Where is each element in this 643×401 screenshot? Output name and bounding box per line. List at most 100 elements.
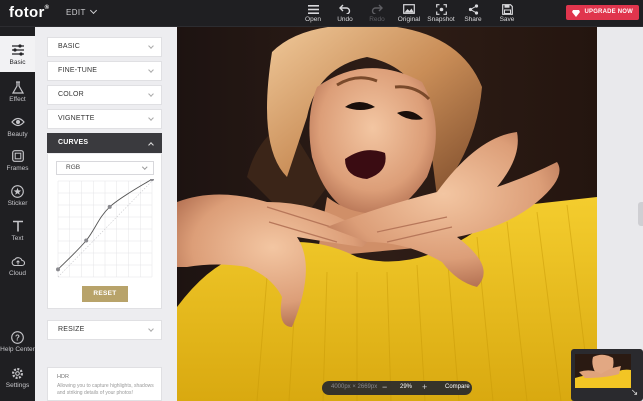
minimap-thumbnail — [575, 354, 631, 388]
share-icon — [456, 3, 490, 15]
star-icon — [0, 183, 35, 199]
fotor-editor: fotor® EDIT Open Undo Redo Original Snap… — [0, 0, 643, 401]
rail-label-sticker: Sticker — [7, 200, 28, 207]
sliders-icon — [0, 42, 35, 58]
original-label: Original — [397, 16, 421, 23]
open-button[interactable]: Open — [296, 3, 330, 23]
curve-graph[interactable] — [56, 179, 154, 279]
chevron-down-icon — [141, 164, 147, 170]
undo-label: Undo — [337, 16, 353, 23]
zoom-level: 29% — [400, 384, 413, 390]
rail-item-beauty[interactable]: Beauty — [0, 108, 35, 144]
rail-item-cloud[interactable]: Cloud — [0, 247, 35, 283]
rail-label-frames: Frames — [6, 165, 29, 172]
chevron-up-icon — [148, 142, 154, 148]
portrait-photo — [177, 27, 597, 401]
hdr-title: HDR — [57, 374, 69, 380]
section-vignette[interactable]: VIGNETTE — [47, 109, 162, 129]
adjust-panel: BASIC FINE-TUNE COLOR VIGNETTE CURVES RG… — [35, 27, 177, 401]
rail-item-effect[interactable]: Effect — [0, 73, 35, 109]
section-color-label: COLOR — [58, 91, 84, 98]
save-icon — [490, 3, 524, 15]
hdr-description: Allowing you to capture highlights, shad… — [57, 383, 154, 396]
snapshot-button[interactable]: Snapshot — [424, 3, 458, 23]
save-label: Save — [499, 16, 515, 23]
section-fine-tune[interactable]: FINE-TUNE — [47, 61, 162, 81]
rail-label-text: Text — [11, 235, 24, 242]
edit-menu-label: EDIT — [66, 8, 86, 17]
eye-icon — [0, 114, 35, 130]
flask-icon — [0, 79, 35, 95]
rail-label-cloud: Cloud — [9, 270, 26, 277]
compare-button[interactable]: Compare — [445, 384, 470, 390]
svg-text:?: ? — [15, 333, 20, 342]
photo[interactable] — [177, 27, 597, 401]
right-strip — [597, 27, 643, 401]
undo-button[interactable]: Undo — [328, 3, 362, 23]
section-resize-label: RESIZE — [58, 326, 85, 333]
section-basic[interactable]: BASIC — [47, 37, 162, 57]
rail-label-basic: Basic — [9, 59, 26, 66]
upgrade-label: UPGRADE NOW — [584, 9, 633, 15]
section-curves-label: CURVES — [58, 139, 89, 146]
section-vignette-label: VIGNETTE — [58, 115, 95, 122]
curve-control-point[interactable] — [56, 267, 60, 272]
section-fine-tune-label: FINE-TUNE — [58, 67, 98, 74]
cloud-icon — [0, 253, 35, 269]
save-button[interactable]: Save — [490, 3, 524, 23]
side-panel-toggle[interactable] — [638, 202, 643, 226]
snapshot-icon — [424, 3, 458, 15]
minimap-collapse-icon[interactable]: ↘ — [629, 387, 640, 398]
rail-item-basic[interactable]: Basic — [0, 36, 35, 72]
redo-icon — [360, 3, 394, 15]
redo-label: Redo — [369, 16, 385, 23]
share-label: Share — [464, 16, 482, 23]
upgrade-now-button[interactable]: UPGRADE NOW — [566, 5, 639, 20]
top-bar: fotor® EDIT Open Undo Redo Original Snap… — [0, 0, 643, 27]
section-curves[interactable]: CURVES — [47, 133, 162, 153]
fotor-logo[interactable]: fotor® — [9, 4, 49, 21]
rail-label-effect: Effect — [9, 96, 26, 103]
menu-icon — [296, 3, 330, 15]
gem-icon — [572, 9, 581, 24]
question-icon: ? — [0, 329, 35, 345]
rail-label-help-center: Help Center — [0, 346, 35, 353]
reset-button[interactable]: RESET — [82, 286, 128, 302]
section-color[interactable]: COLOR — [47, 85, 162, 105]
hdr-card[interactable]: HDR Allowing you to capture highlights, … — [47, 367, 162, 401]
rail-item-settings[interactable]: Settings — [0, 359, 35, 395]
open-label: Open — [305, 16, 321, 23]
chevron-down-icon — [148, 115, 154, 121]
zoom-in-button[interactable]: + — [422, 382, 427, 392]
text-icon — [0, 218, 35, 234]
zoom-bar: 4000px × 2669px − 29% + Compare — [322, 381, 472, 395]
rail-item-help-center[interactable]: ? Help Center — [0, 323, 35, 359]
chevron-down-icon — [89, 6, 97, 15]
channel-value: RGB — [66, 164, 81, 171]
chevron-down-icon — [148, 67, 154, 73]
navigator-minimap[interactable]: ↘ — [571, 349, 643, 401]
original-button[interactable]: Original — [392, 3, 426, 23]
rail-item-frames[interactable]: Frames — [0, 142, 35, 178]
left-rail: Basic Effect Beauty Frames Sticker Text … — [0, 27, 35, 401]
curve-control-point[interactable] — [84, 238, 89, 243]
rail-label-beauty: Beauty — [7, 131, 28, 138]
section-resize[interactable]: RESIZE — [47, 320, 162, 340]
chevron-down-icon — [148, 43, 154, 49]
redo-button[interactable]: Redo — [360, 3, 394, 23]
edit-menu[interactable]: EDIT — [66, 6, 97, 17]
undo-icon — [328, 3, 362, 15]
rail-label-settings: Settings — [5, 382, 30, 389]
rail-item-sticker[interactable]: Sticker — [0, 177, 35, 213]
rail-item-text[interactable]: Text — [0, 212, 35, 248]
gear-icon — [0, 365, 35, 381]
image-dimensions: 4000px × 2669px — [331, 384, 378, 390]
zoom-out-button[interactable]: − — [382, 382, 387, 392]
chevron-down-icon — [148, 326, 154, 332]
channel-select[interactable]: RGB — [56, 161, 154, 175]
curve-control-point[interactable] — [107, 204, 112, 209]
image-icon — [392, 3, 426, 15]
section-basic-label: BASIC — [58, 43, 81, 50]
share-button[interactable]: Share — [456, 3, 490, 23]
frame-icon — [0, 148, 35, 164]
